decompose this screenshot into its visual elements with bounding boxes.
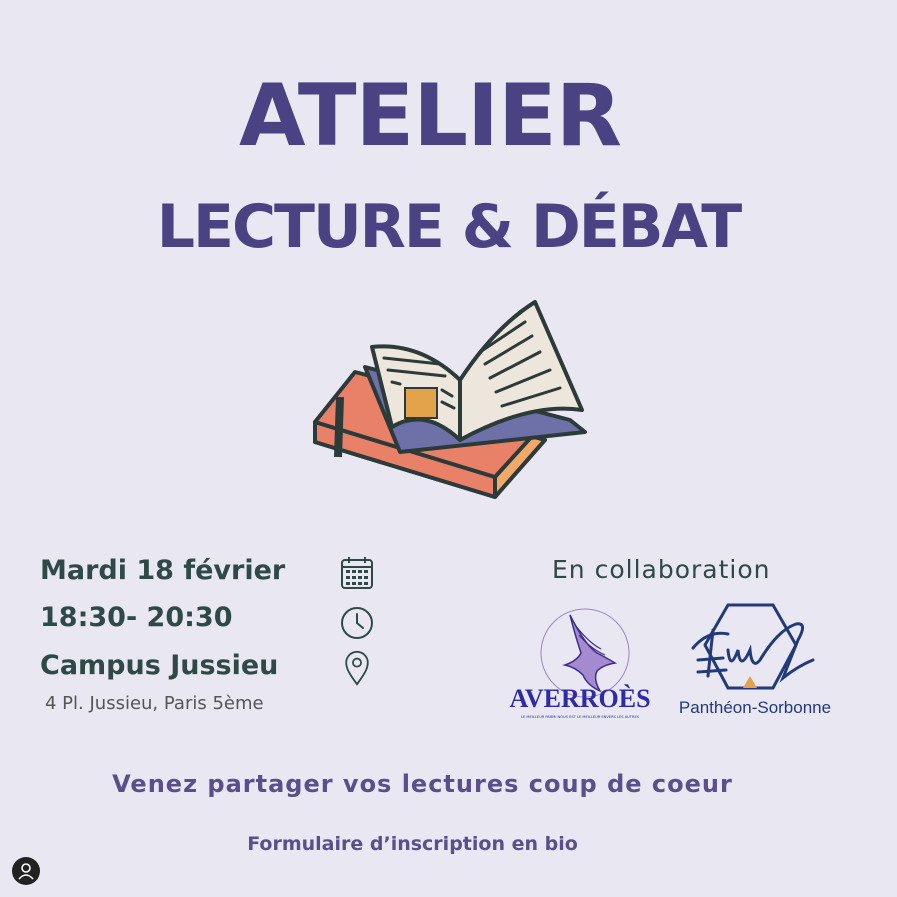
event-date: Mardi 18 février [40, 555, 286, 586]
collaboration-label: En collaboration [552, 555, 771, 584]
calendar-icon [341, 557, 373, 589]
svg-text:AVERROÈS: AVERROÈS [509, 684, 650, 713]
profile-icon[interactable] [12, 857, 40, 885]
averroes-logo: AVERROÈS LE MEILLEUR PARMI NOUS EST LE M… [509, 608, 651, 719]
title-atelier: ATELIER [238, 66, 622, 166]
location-pin-icon [345, 650, 369, 686]
clock-icon [341, 607, 373, 639]
title-lecture-debat: LECTURE & DÉBAT [156, 192, 742, 262]
svg-text:LE MEILLEUR PARMI NOUS EST LE: LE MEILLEUR PARMI NOUS EST LE MEILLEUR E… [521, 715, 640, 719]
svg-text:Panthéon-Sorbonne: Panthéon-Sorbonne [679, 698, 831, 717]
event-address: 4 Pl. Jussieu, Paris 5ème [45, 693, 264, 714]
invitation-text: Venez partager vos lectures coup de coeu… [112, 770, 733, 798]
signup-form-text: Formulaire d’inscription en bio [247, 833, 578, 855]
event-place: Campus Jussieu [40, 650, 279, 681]
emf-pantheon-sorbonne-logo: Panthéon-Sorbonne [679, 603, 831, 717]
event-time: 18:30- 20:30 [40, 602, 233, 633]
book-illustration [313, 300, 587, 499]
